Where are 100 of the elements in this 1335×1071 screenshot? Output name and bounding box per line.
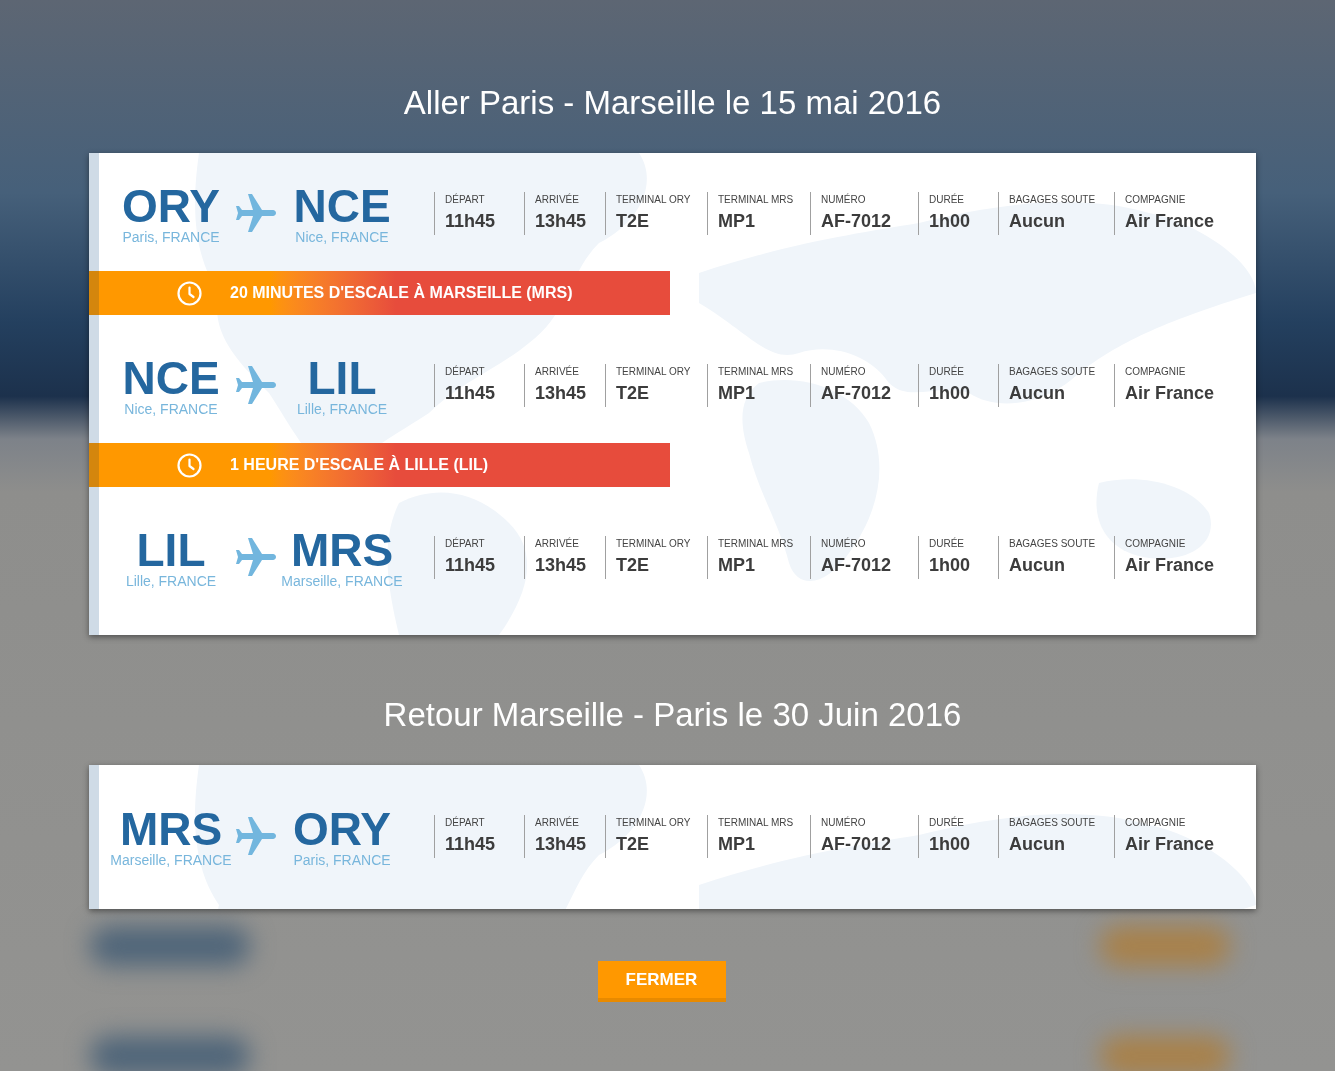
detail-value: Aucun [1009,832,1066,856]
column-divider [605,535,606,579]
detail-value: AF-7012 [821,832,892,856]
detail-label: DÉPART [445,192,486,207]
detail-value: T2E [616,381,650,405]
airport-city: Paris, FRANCE [293,851,391,869]
detail-label: DÉPART [445,815,486,830]
detail-value: 13h45 [535,381,587,405]
detail-label: ARRIVÉE [535,192,580,207]
column-divider [918,535,919,579]
detail-label: NUMÉRO [821,815,867,830]
airport-city: Nice, FRANCE [124,400,218,418]
detail-value: Air France [1125,209,1215,233]
column-divider [524,191,525,235]
airplane-icon [236,817,276,857]
airport-code: LIL [136,526,206,573]
airport-code: LIL [307,354,377,401]
detail-label: COMPAGNIE [1125,536,1187,551]
detail-value: Air France [1125,553,1215,577]
column-divider [918,191,919,235]
airport-code: MRS [119,805,223,852]
detail-value: MP1 [718,381,756,405]
column-divider [707,363,708,407]
airport-city: Nice, FRANCE [295,228,389,246]
airport-code: ORY [122,182,220,229]
airplane-icon [236,366,276,406]
detail-label: TERMINAL ORY [616,536,691,551]
detail-label: TERMINAL ORY [616,192,691,207]
airport-city: Lille, FRANCE [125,572,217,590]
detail-value: 13h45 [535,553,587,577]
column-divider [434,535,435,579]
detail-value: 1h00 [929,381,971,405]
detail-value: 13h45 [535,209,587,233]
column-divider [998,814,999,858]
clock-icon [177,280,202,306]
detail-value: AF-7012 [821,209,892,233]
detail-label: DURÉE [929,192,965,207]
detail-value: Air France [1125,381,1215,405]
airport-code: NCE [122,354,220,401]
column-divider [1114,191,1115,235]
detail-value: Aucun [1009,381,1066,405]
detail-value: 13h45 [535,832,587,856]
detail-label: ARRIVÉE [535,364,580,379]
detail-label: TERMINAL MRS [718,536,794,551]
detail-label: BAGAGES SOUTE [1009,364,1096,379]
layover-text: 1 HEURE D'ESCALE À LILLE (LIL) [230,454,489,475]
detail-label: TERMINAL MRS [718,364,794,379]
detail-label: TERMINAL ORY [616,364,691,379]
section-title: Aller Paris - Marseille le 15 mai 2016 [403,83,942,123]
detail-label: DÉPART [445,364,486,379]
detail-value: T2E [616,553,650,577]
column-divider [707,191,708,235]
detail-label: TERMINAL MRS [718,192,794,207]
detail-label: BAGAGES SOUTE [1009,192,1096,207]
detail-value: 1h00 [929,553,971,577]
layover-text: 20 MINUTES D'ESCALE À MARSEILLE (MRS) [230,282,573,303]
detail-value: AF-7012 [821,381,892,405]
detail-label: DURÉE [929,815,965,830]
detail-value: 1h00 [929,209,971,233]
airport-city: Paris, FRANCE [122,228,220,246]
column-divider [1114,814,1115,858]
detail-label: NUMÉRO [821,192,867,207]
column-divider [605,363,606,407]
column-divider [810,363,811,407]
column-divider [1114,535,1115,579]
detail-label: ARRIVÉE [535,815,580,830]
detail-value: 11h45 [445,381,496,405]
close-button[interactable]: FERMER [597,961,726,1002]
detail-label: NUMÉRO [821,536,867,551]
detail-value: MP1 [718,553,756,577]
airplane-icon [236,194,276,234]
detail-label: DÉPART [445,536,486,551]
airplane-icon [236,538,276,578]
column-divider [1114,363,1115,407]
column-divider [998,535,999,579]
detail-value: 1h00 [929,832,971,856]
column-divider [918,814,919,858]
detail-value: 11h45 [445,832,496,856]
detail-value: MP1 [718,209,756,233]
column-divider [998,363,999,407]
column-divider [605,814,606,858]
airport-code: MRS [290,526,394,573]
column-divider [810,191,811,235]
airport-city: Lille, FRANCE [296,400,388,418]
column-divider [434,191,435,235]
airport-city: Marseille, FRANCE [281,572,403,590]
detail-label: COMPAGNIE [1125,192,1187,207]
column-divider [810,535,811,579]
clock-icon [177,452,202,478]
column-divider [605,191,606,235]
section-title: Retour Marseille - Paris le 30 Juin 2016 [383,695,962,735]
detail-value: Aucun [1009,209,1066,233]
column-divider [810,814,811,858]
detail-label: BAGAGES SOUTE [1009,536,1096,551]
detail-value: Aucun [1009,553,1066,577]
detail-label: COMPAGNIE [1125,364,1187,379]
airport-code: NCE [293,182,391,229]
detail-label: DURÉE [929,536,965,551]
detail-value: MP1 [718,832,756,856]
column-divider [918,363,919,407]
